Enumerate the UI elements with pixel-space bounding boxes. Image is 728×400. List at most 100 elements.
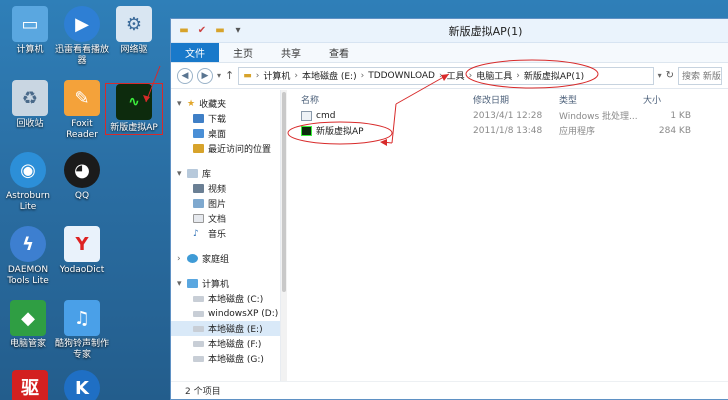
- column-header-type[interactable]: 类型: [559, 93, 643, 106]
- nav-item-label: 计算机: [202, 280, 230, 290]
- breadcrumb-item[interactable]: 计算机: [263, 69, 290, 82]
- desktop-icon-xunlei-kankan[interactable]: ▶ 迅雷看看播放器: [54, 6, 110, 67]
- window-title: 新版虚拟AP(1): [448, 24, 523, 38]
- nav-item-label: 本地磁盘 (C:): [208, 295, 264, 305]
- drive-icon: [193, 325, 204, 332]
- address-dropdown-icon[interactable]: ▾: [658, 71, 662, 80]
- nav-item-downloads[interactable]: 下载: [171, 111, 280, 126]
- nav-item-label: 库: [202, 170, 212, 180]
- recent-locations-icon[interactable]: ▾: [217, 71, 221, 80]
- tab-file[interactable]: 文件: [171, 43, 219, 62]
- table-row[interactable]: 新版虚拟AP 2011/1/8 13:48 应用程序 284 KB: [287, 123, 728, 138]
- nav-scrollbar-thumb[interactable]: [282, 92, 286, 292]
- tab-share[interactable]: 共享: [267, 43, 315, 62]
- nav-item-drive-f[interactable]: 本地磁盘 (F:): [171, 336, 280, 351]
- breadcrumb-item[interactable]: 本地磁盘 (E:): [302, 69, 357, 82]
- nav-item-recent[interactable]: 最近访问的位置: [171, 141, 280, 156]
- desktop-icon-pc-manager[interactable]: ◆ 电脑管家: [0, 300, 56, 350]
- desktop-icon-recycle-bin[interactable]: ♻ 回收站: [2, 80, 58, 130]
- file-modified: 2011/1/8 13:48: [473, 125, 543, 136]
- item-count: 2 个项目: [185, 387, 221, 397]
- column-header-modified[interactable]: 修改日期: [473, 93, 559, 106]
- desktop-icon-ringtone-maker[interactable]: ♫ 酷狗铃声制作专家: [54, 300, 110, 361]
- forward-button[interactable]: ▶: [197, 67, 213, 84]
- tab-home[interactable]: 主页: [219, 43, 267, 62]
- file-type: 应用程序: [559, 127, 596, 137]
- back-button[interactable]: ◀: [177, 67, 193, 84]
- nav-item-documents[interactable]: 文档: [171, 211, 280, 226]
- column-header-name[interactable]: 名称: [287, 93, 473, 106]
- desktop-icon-label: 电脑管家: [9, 339, 46, 349]
- pc-manager-icon: ◆: [10, 300, 46, 336]
- nav-favorites[interactable]: ▾ ★ 收藏夹: [171, 96, 280, 111]
- nav-item-drive-e[interactable]: 本地磁盘 (E:): [171, 321, 280, 336]
- nav-item-videos[interactable]: 视频: [171, 181, 280, 196]
- desktop-icon-network[interactable]: ⚙ 网络驱: [106, 6, 162, 56]
- properties-icon[interactable]: ✔: [195, 25, 209, 37]
- file-name: 新版虚拟AP: [316, 127, 364, 137]
- new-folder-icon[interactable]: ▬: [213, 25, 227, 37]
- video-icon: [193, 184, 204, 193]
- tab-view[interactable]: 查看: [315, 43, 363, 62]
- ringtone-maker-icon: ♫: [64, 300, 100, 336]
- nav-item-music[interactable]: ♪ 音乐: [171, 226, 280, 241]
- desktop-icon-foxit-reader[interactable]: ✎ Foxit Reader: [54, 80, 110, 141]
- chevron-right-icon: ›: [468, 70, 473, 81]
- nav-item-drive-d[interactable]: windowsXP (D:): [171, 306, 280, 321]
- breadcrumb[interactable]: ▬ › 计算机 › 本地磁盘 (E:) › TDDOWNLOAD › 工具 › …: [238, 66, 654, 85]
- file-size: 284 KB: [658, 125, 691, 136]
- desktop-icon-k-app[interactable]: K: [54, 370, 110, 400]
- desktop-icon-daemon-tools[interactable]: ϟ DAEMON Tools Lite: [0, 226, 56, 287]
- computer-icon: ▭: [12, 6, 48, 42]
- desktop-icon-label: Astroburn Lite: [5, 191, 51, 212]
- nav-item-label: 收藏夹: [199, 100, 227, 110]
- astroburn-icon: ◉: [10, 152, 46, 188]
- nav-homegroup[interactable]: › 家庭组: [171, 251, 280, 266]
- desktop-icon-computer[interactable]: ▭ 计算机: [2, 6, 58, 56]
- breadcrumb-item[interactable]: 电脑工具: [476, 69, 512, 82]
- chevron-right-icon: ›: [438, 70, 443, 81]
- desktop-icon-red-app[interactable]: 驱: [2, 370, 58, 400]
- desktop-icon-label: YodaoDict: [59, 265, 105, 275]
- breadcrumb-item[interactable]: 工具: [447, 69, 465, 82]
- desktop-icon-qq[interactable]: ◕ QQ: [54, 152, 110, 202]
- desktop-icon-label: 新版虚拟AP: [110, 123, 158, 133]
- desktop-icon-label: 计算机: [16, 45, 44, 55]
- nav-item-drive-c[interactable]: 本地磁盘 (C:): [171, 291, 280, 306]
- file-list: 名称 修改日期 类型 大小 cmd 2013/4/1 12:28 Windows…: [287, 90, 728, 382]
- daemon-tools-icon: ϟ: [10, 226, 46, 262]
- quick-access-dropdown-icon[interactable]: ▾: [231, 25, 245, 37]
- refresh-icon[interactable]: ↻: [666, 70, 674, 81]
- nav-item-desktop[interactable]: 桌面: [171, 126, 280, 141]
- file-modified: 2013/4/1 12:28: [473, 110, 543, 121]
- desktop-icon-label: 酷狗铃声制作专家: [54, 339, 109, 360]
- nav-item-pictures[interactable]: 图片: [171, 196, 280, 211]
- desktop-icon-virtual-ap[interactable]: ∿ 新版虚拟AP: [105, 83, 163, 135]
- desktop-icon-label: Foxit Reader: [66, 119, 98, 140]
- breadcrumb-item[interactable]: 新版虚拟AP(1): [524, 69, 584, 82]
- desktop-icon-astroburn[interactable]: ◉ Astroburn Lite: [0, 152, 56, 213]
- nav-libraries[interactable]: ▾ 库: [171, 166, 280, 181]
- chevron-right-icon: ›: [516, 70, 520, 81]
- nav-item-label: 文档: [208, 215, 227, 225]
- column-header-size[interactable]: 大小: [643, 93, 691, 106]
- nav-computer[interactable]: ▾ 计算机: [171, 276, 280, 291]
- desktop-icon-label: DAEMON Tools Lite: [7, 265, 49, 286]
- nav-item-label: 本地磁盘 (G:): [208, 355, 264, 365]
- k-app-icon: K: [64, 370, 100, 400]
- ribbon-tabs: 文件 主页 共享 查看: [171, 43, 728, 63]
- nav-item-drive-g[interactable]: 本地磁盘 (G:): [171, 351, 280, 366]
- search-input[interactable]: 搜索 新版虚拟AP(1): [678, 66, 722, 85]
- desktop-icon-youdao-dict[interactable]: Y YodaoDict: [54, 226, 110, 276]
- desktop-icon-label: 迅雷看看播放器: [54, 45, 109, 66]
- file-type: Windows 批处理...: [559, 112, 638, 122]
- nav-item-label: 最近访问的位置: [208, 145, 272, 155]
- table-row[interactable]: cmd 2013/4/1 12:28 Windows 批处理... 1 KB: [287, 108, 728, 123]
- folder-icon[interactable]: ▬: [177, 25, 191, 37]
- up-button[interactable]: ↑: [225, 69, 234, 82]
- navigation-pane: ▾ ★ 收藏夹 下载 桌面 最近访问的位置 ▾ 库 视频 图片 文档 ♪ 音乐 …: [171, 90, 281, 382]
- nav-item-label: 本地磁盘 (F:): [208, 340, 262, 350]
- breadcrumb-item[interactable]: TDDOWNLOAD: [368, 71, 435, 81]
- address-bar: ◀ ▶ ▾ ↑ ▬ › 计算机 › 本地磁盘 (E:) › TDDOWNLOAD…: [171, 63, 728, 89]
- library-icon: [187, 169, 198, 178]
